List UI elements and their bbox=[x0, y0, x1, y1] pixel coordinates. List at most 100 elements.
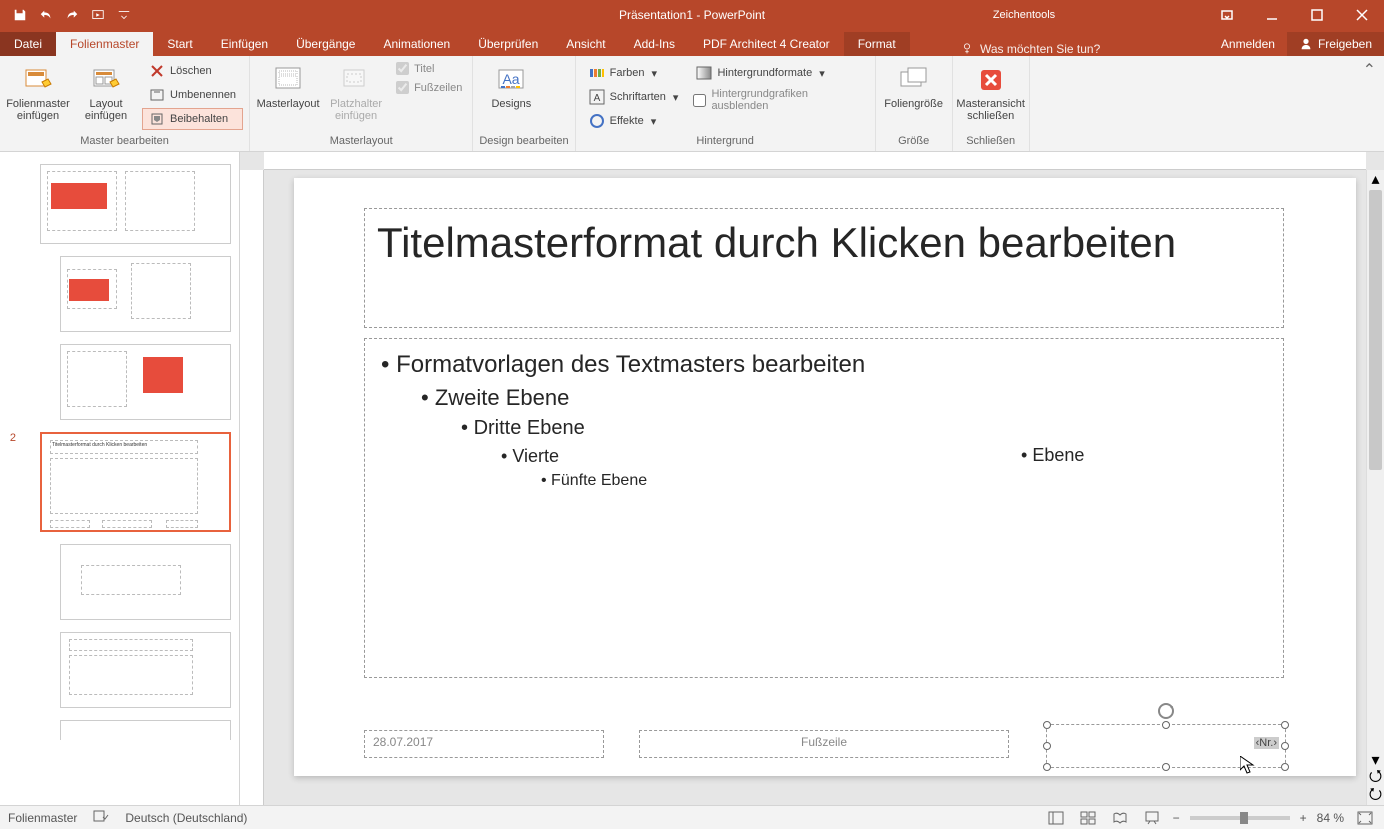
master-thumbnail-2-selected[interactable]: Titelmasterformat durch Klicken bearbeit… bbox=[40, 432, 231, 532]
status-mode[interactable]: Folienmaster bbox=[8, 811, 77, 825]
close-button[interactable] bbox=[1339, 0, 1384, 30]
resize-handle-s[interactable] bbox=[1162, 763, 1170, 771]
resize-handle-w[interactable] bbox=[1043, 742, 1051, 750]
fonts-button[interactable]: ASchriftarten▾ bbox=[582, 86, 686, 108]
ribbon-tabs: Datei Folienmaster Start Einfügen Übergä… bbox=[0, 30, 1384, 56]
tab-addins[interactable]: Add-Ins bbox=[620, 32, 689, 56]
master-layout-button[interactable]: Masterlayout bbox=[256, 60, 320, 133]
tab-slidemaster[interactable]: Folienmaster bbox=[56, 32, 153, 56]
fit-to-window-button[interactable] bbox=[1354, 809, 1376, 827]
scroll-thumb[interactable] bbox=[1369, 190, 1382, 470]
designs-button[interactable]: Aa Designs bbox=[479, 60, 543, 133]
minimize-button[interactable] bbox=[1249, 0, 1294, 30]
tell-me-placeholder: Was möchten Sie tun? bbox=[980, 42, 1100, 56]
group-label-background: Hintergrund bbox=[582, 133, 869, 151]
window-controls bbox=[1204, 0, 1384, 30]
start-from-beginning-button[interactable] bbox=[86, 3, 110, 27]
colors-button[interactable]: Farben▾ bbox=[582, 62, 686, 84]
qat-customize-button[interactable] bbox=[112, 3, 136, 27]
vertical-ruler[interactable] bbox=[240, 170, 264, 805]
vertical-scrollbar[interactable]: ▴ ▾ ⭯ ⭮ bbox=[1366, 170, 1384, 805]
redo-button[interactable] bbox=[60, 3, 84, 27]
thumbnail-pane[interactable]: 2 Titelmasterformat durch Klicken bearbe… bbox=[0, 152, 240, 805]
tab-home[interactable]: Start bbox=[153, 32, 206, 56]
resize-handle-e[interactable] bbox=[1281, 742, 1289, 750]
tab-transitions[interactable]: Übergänge bbox=[282, 32, 369, 56]
tab-view[interactable]: Ansicht bbox=[552, 32, 619, 56]
layout-thumbnail-5[interactable] bbox=[60, 720, 231, 740]
title-placeholder[interactable]: Titelmasterformat durch Klicken bearbeit… bbox=[364, 208, 1284, 328]
resize-handle-nw[interactable] bbox=[1043, 721, 1051, 729]
ribbon: Folienmaster einfügen Layout einfügen Lö… bbox=[0, 56, 1384, 152]
slide-editor: Titelmasterformat durch Klicken bearbeit… bbox=[240, 152, 1384, 805]
zoom-level[interactable]: 84 % bbox=[1317, 811, 1344, 825]
slide-size-button[interactable]: Foliengröße bbox=[882, 60, 946, 133]
layout-thumbnail-3[interactable] bbox=[60, 544, 231, 620]
svg-text:Aa: Aa bbox=[503, 71, 520, 87]
tab-review[interactable]: Überprüfen bbox=[464, 32, 552, 56]
layout-thumbnail-2[interactable] bbox=[60, 344, 231, 420]
layout-thumbnail-4[interactable] bbox=[60, 632, 231, 708]
resize-handle-ne[interactable] bbox=[1281, 721, 1289, 729]
save-button[interactable] bbox=[8, 3, 32, 27]
status-language[interactable]: Deutsch (Deutschland) bbox=[125, 811, 247, 825]
resize-handle-sw[interactable] bbox=[1043, 763, 1051, 771]
slide-sorter-button[interactable] bbox=[1077, 809, 1099, 827]
footers-checkbox[interactable]: Fußzeilen bbox=[392, 79, 466, 96]
tab-file[interactable]: Datei bbox=[0, 32, 56, 56]
maximize-button[interactable] bbox=[1294, 0, 1339, 30]
insert-layout-button[interactable]: Layout einfügen bbox=[74, 60, 138, 133]
horizontal-ruler[interactable] bbox=[264, 152, 1366, 170]
tab-format[interactable]: Format bbox=[844, 32, 910, 56]
resize-handle-n[interactable] bbox=[1162, 721, 1170, 729]
slideshow-button[interactable] bbox=[1141, 809, 1163, 827]
zoom-in-button[interactable]: + bbox=[1300, 811, 1307, 825]
scroll-up-button[interactable]: ▴ bbox=[1367, 170, 1384, 188]
contextual-tab-label: Zeichentools bbox=[984, 9, 1064, 21]
body-level-1: Formatvorlagen des Textmasters bearbeite… bbox=[381, 351, 1267, 379]
collapse-ribbon-button[interactable]: ⌃ bbox=[1355, 56, 1384, 151]
content-placeholder[interactable]: Formatvorlagen des Textmasters bearbeite… bbox=[364, 338, 1284, 678]
zoom-slider-thumb[interactable] bbox=[1240, 812, 1248, 824]
insert-layout-label: Layout einfügen bbox=[74, 98, 138, 122]
background-styles-button[interactable]: Hintergrundformate▾ bbox=[689, 62, 868, 84]
preserve-button[interactable]: Beibehalten bbox=[142, 108, 243, 130]
body-level-3: Dritte Ebene bbox=[461, 417, 1267, 440]
insert-slide-master-button[interactable]: Folienmaster einfügen bbox=[6, 60, 70, 133]
group-label-master-layout: Masterlayout bbox=[256, 133, 466, 151]
effects-button[interactable]: Effekte▾ bbox=[582, 110, 686, 132]
undo-button[interactable] bbox=[34, 3, 58, 27]
normal-view-button[interactable] bbox=[1045, 809, 1067, 827]
body-level-5: Fünfte Ebene bbox=[541, 472, 1267, 490]
tell-me-search[interactable]: Was möchten Sie tun? bbox=[960, 42, 1100, 56]
close-master-view-button[interactable]: Masteransicht schließen bbox=[959, 60, 1023, 133]
body-level-2: Zweite Ebene bbox=[421, 385, 1267, 411]
title-checkbox[interactable]: Titel bbox=[392, 60, 466, 77]
group-master-layout: Masterlayout Platzhalter einfügen Titel … bbox=[250, 56, 473, 151]
spell-check-icon[interactable] bbox=[93, 809, 109, 826]
tab-insert[interactable]: Einfügen bbox=[207, 32, 282, 56]
reading-view-button[interactable] bbox=[1109, 809, 1131, 827]
master-thumbnail-1[interactable] bbox=[40, 164, 231, 244]
zoom-slider[interactable] bbox=[1190, 816, 1290, 820]
tab-pdf[interactable]: PDF Architect 4 Creator bbox=[689, 32, 844, 56]
delete-button[interactable]: Löschen bbox=[142, 60, 243, 82]
insert-slide-master-label: Folienmaster einfügen bbox=[6, 98, 70, 122]
slide-canvas[interactable]: Titelmasterformat durch Klicken bearbeit… bbox=[264, 170, 1366, 805]
share-label: Freigeben bbox=[1318, 37, 1372, 51]
ribbon-display-button[interactable] bbox=[1204, 0, 1249, 30]
layout-thumbnail-1[interactable] bbox=[60, 256, 231, 332]
next-slide-button[interactable]: ⭮ bbox=[1367, 787, 1384, 805]
date-placeholder[interactable]: 28.07.2017 bbox=[364, 730, 604, 758]
slide[interactable]: Titelmasterformat durch Klicken bearbeit… bbox=[294, 178, 1356, 776]
group-label-edit-design: Design bearbeiten bbox=[479, 133, 568, 151]
tab-animations[interactable]: Animationen bbox=[369, 32, 464, 56]
sign-in-link[interactable]: Anmelden bbox=[1209, 32, 1287, 56]
resize-handle-se[interactable] bbox=[1281, 763, 1289, 771]
group-label-edit-master: Master bearbeiten bbox=[6, 133, 243, 151]
zoom-out-button[interactable]: − bbox=[1173, 811, 1180, 825]
share-button[interactable]: Freigeben bbox=[1287, 32, 1384, 56]
hide-bg-graphics-checkbox[interactable]: Hintergrundgrafiken ausblenden bbox=[689, 86, 868, 114]
footer-placeholder[interactable]: Fußzeile bbox=[639, 730, 1009, 758]
rename-button[interactable]: Umbenennen bbox=[142, 84, 243, 106]
